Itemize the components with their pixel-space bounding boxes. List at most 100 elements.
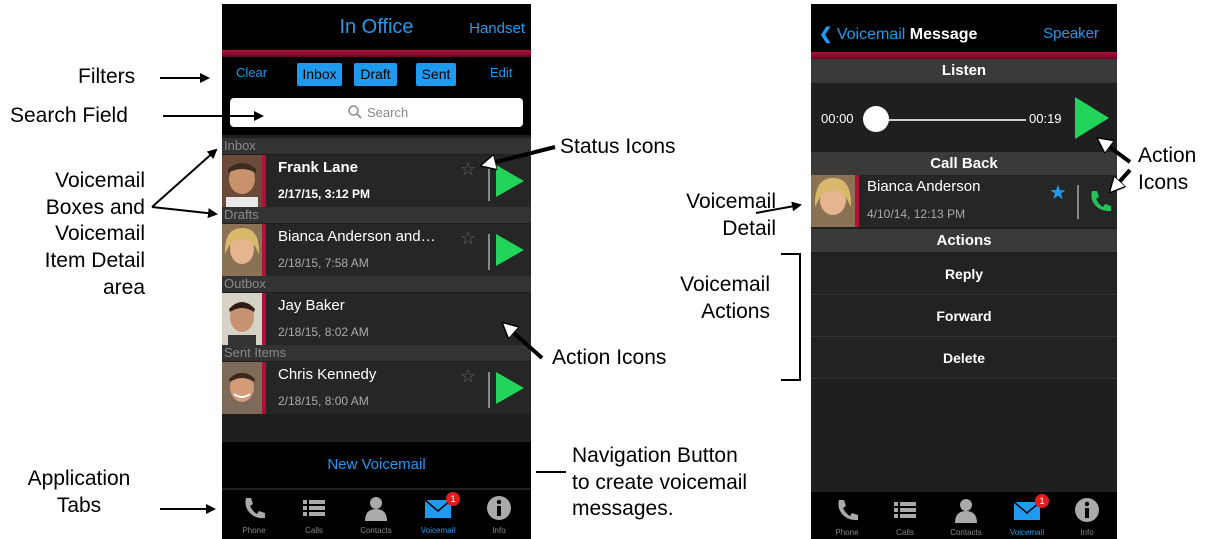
- phone-icon: [838, 500, 858, 521]
- voicemail-row-frank-lane[interactable]: Frank Lane 2/17/15, 3:12 PM ☆: [222, 155, 531, 207]
- status-bar: [262, 224, 266, 276]
- tab-calls[interactable]: Calls: [875, 492, 935, 539]
- header-divider: [811, 52, 1117, 59]
- contact-icon: [955, 499, 977, 523]
- tab-voicemail[interactable]: 1 Voicemail: [408, 490, 468, 538]
- progress-thumb[interactable]: [863, 106, 889, 132]
- divider: [488, 165, 490, 201]
- filter-draft[interactable]: Draft: [354, 63, 397, 86]
- search-icon: [348, 105, 362, 124]
- tab-label: Phone: [242, 526, 266, 535]
- info-icon: [1075, 498, 1099, 522]
- tab-label: Calls: [305, 526, 323, 535]
- voicemail-boxes-arrow-1: [151, 148, 218, 208]
- voicemail-badge: 1: [446, 492, 460, 506]
- voicemail-badge: 1: [1035, 494, 1049, 508]
- voicemail-row-chris-kennedy[interactable]: Chris Kennedy 2/18/15, 8:00 AM ☆: [222, 362, 531, 414]
- contact-name: Jay Baker: [278, 297, 345, 314]
- list-icon: [303, 500, 325, 516]
- delete-button[interactable]: Delete: [811, 338, 1117, 379]
- message-date: 2/18/15, 8:02 AM: [278, 325, 369, 339]
- voicemail-row-bianca[interactable]: Bianca Anderson and… 2/18/15, 7:58 AM ☆: [222, 224, 531, 276]
- edit-button[interactable]: Edit: [490, 65, 512, 80]
- tab-bar: Phone Calls Contacts 1 Voicemail Info: [222, 490, 531, 539]
- tab-contacts[interactable]: Contacts: [936, 492, 996, 539]
- tab-phone[interactable]: Phone: [224, 490, 284, 538]
- message-date: 2/18/15, 8:00 AM: [278, 394, 369, 408]
- chevron-left-icon: ❮: [819, 26, 833, 43]
- section-sent-items: Sent Items: [222, 345, 531, 361]
- tab-label: Contacts: [360, 526, 392, 535]
- star-icon[interactable]: ☆: [460, 366, 476, 387]
- forward-label: Forward: [936, 308, 992, 324]
- status-bar: [262, 155, 266, 207]
- application-tabs-annotation: Application Tabs: [27, 467, 131, 517]
- status-bar: [855, 175, 859, 227]
- status-bar: [262, 293, 266, 345]
- navigation-button-annotation: Navigation Button to create voicemail me…: [572, 444, 748, 521]
- progress-track[interactable]: [876, 119, 1026, 121]
- play-icon[interactable]: [1075, 97, 1109, 139]
- actions-header: Actions: [936, 232, 992, 249]
- section-drafts: Drafts: [222, 207, 531, 223]
- tab-label: Info: [1080, 528, 1094, 537]
- filter-sent[interactable]: Sent: [416, 63, 456, 86]
- speaker-button[interactable]: Speaker: [1043, 25, 1099, 42]
- contact-row[interactable]: Bianca Anderson 4/10/14, 12:13 PM ★: [811, 175, 1117, 227]
- star-icon[interactable]: ☆: [460, 228, 476, 249]
- info-icon: [487, 496, 511, 520]
- status-icons-annotation: Status Icons: [560, 135, 676, 158]
- play-icon[interactable]: [496, 372, 524, 404]
- divider: [488, 372, 490, 408]
- star-icon[interactable]: ☆: [460, 159, 476, 180]
- filters-annotation: Filters: [78, 65, 136, 88]
- avatar: [222, 293, 262, 345]
- tab-info[interactable]: Info: [469, 490, 529, 538]
- time-start: 00:00: [821, 111, 854, 126]
- reply-button[interactable]: Reply: [811, 254, 1117, 295]
- tab-phone[interactable]: Phone: [817, 492, 877, 539]
- forward-button[interactable]: Forward: [811, 296, 1117, 337]
- play-icon[interactable]: [496, 165, 524, 197]
- star-icon[interactable]: ★: [1049, 180, 1067, 205]
- right-header: ❮ Voicemail Message Speaker: [811, 4, 1117, 52]
- play-icon[interactable]: [496, 234, 524, 266]
- left-phone-screen: In Office Handset Clear Inbox Draft Sent…: [222, 4, 531, 539]
- voicemail-row-jay-baker[interactable]: Jay Baker 2/18/15, 8:02 AM: [222, 293, 531, 345]
- back-label: Voicemail: [836, 26, 906, 43]
- tab-info[interactable]: Info: [1057, 492, 1117, 539]
- tab-label: Contacts: [950, 528, 982, 537]
- avatar: [222, 224, 262, 276]
- filter-inbox[interactable]: Inbox: [297, 63, 342, 86]
- section-outbox: Outbox: [222, 276, 531, 292]
- search-input[interactable]: Search: [230, 98, 523, 127]
- tab-calls[interactable]: Calls: [284, 490, 344, 538]
- contact-icon: [365, 497, 387, 521]
- message-date: 2/17/15, 3:12 PM: [278, 187, 371, 201]
- tab-voicemail[interactable]: 1 Voicemail: [997, 492, 1057, 539]
- back-button[interactable]: ❮ Voicemail Message: [819, 24, 977, 44]
- voicemail-actions-annotation: Voicemail Actions: [680, 273, 770, 323]
- action-icons-right-annotation: Action Icons: [1138, 144, 1197, 194]
- tab-label: Info: [492, 526, 506, 535]
- action-icons-annotation: Action Icons: [552, 346, 667, 369]
- voicemail-boxes-annotation: Voicemail Boxes and Voicemail Item Detai…: [44, 169, 145, 299]
- avatar: [222, 362, 262, 414]
- clear-button[interactable]: Clear: [236, 65, 267, 80]
- phone-icon: [245, 498, 265, 519]
- divider: [488, 234, 490, 270]
- call-icon[interactable]: [1087, 188, 1113, 214]
- header-divider: [222, 50, 531, 57]
- new-voicemail-button[interactable]: New Voicemail: [222, 456, 531, 473]
- right-phone-screen: ❮ Voicemail Message Speaker Listen 00:00…: [811, 4, 1117, 539]
- contact-name: Bianca Anderson: [867, 178, 981, 195]
- reply-label: Reply: [944, 266, 984, 282]
- contact-date: 4/10/14, 12:13 PM: [867, 207, 966, 221]
- tab-contacts[interactable]: Contacts: [346, 490, 406, 538]
- handset-button[interactable]: Handset: [469, 20, 525, 37]
- voicemail-actions-bracket: [781, 253, 801, 381]
- tab-bar: Phone Calls Contacts 1 Voicemail Info: [811, 492, 1117, 539]
- avatar: [811, 175, 855, 227]
- contact-name: Frank Lane: [278, 159, 359, 176]
- tab-label: Voicemail: [1009, 528, 1045, 537]
